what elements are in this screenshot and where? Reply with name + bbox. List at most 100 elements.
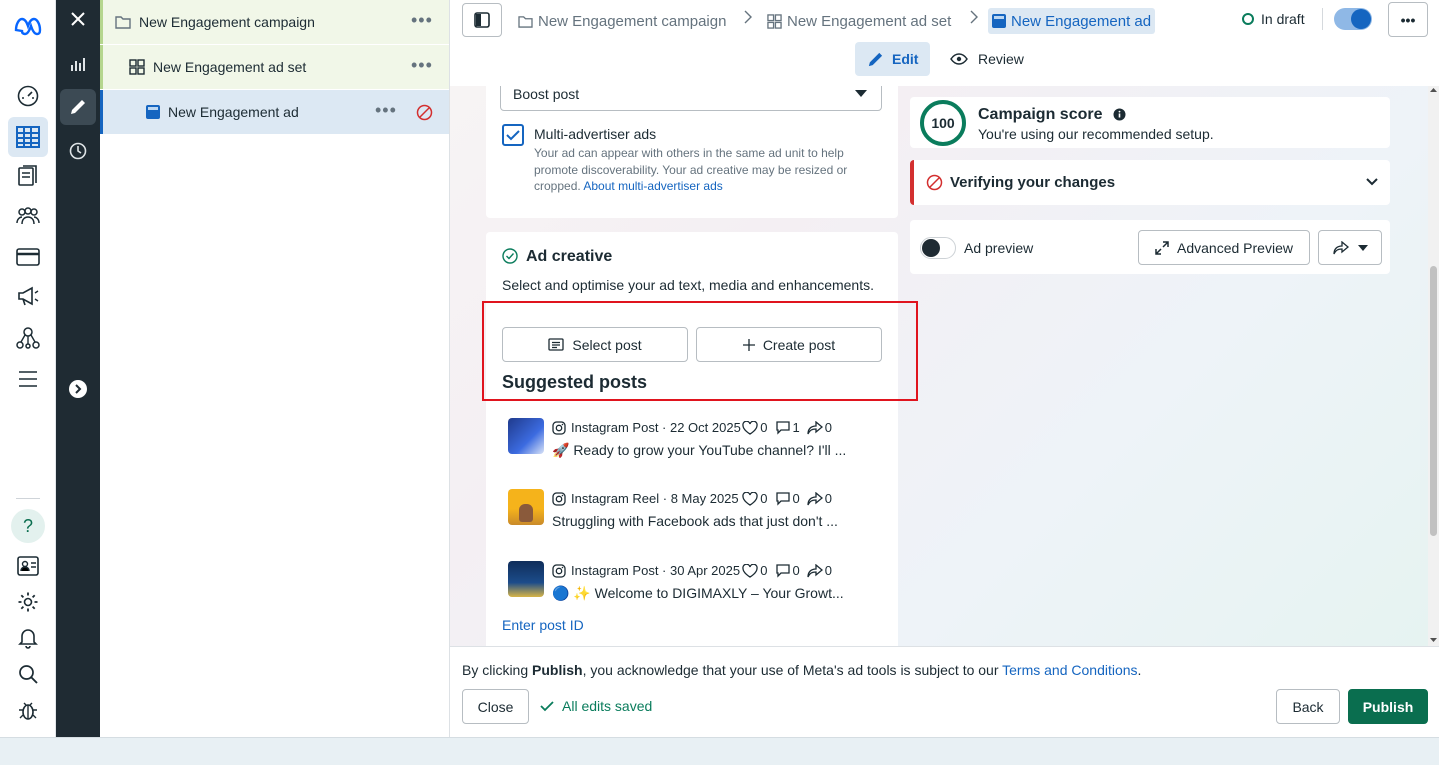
draft-status-icon <box>1242 13 1254 25</box>
tree-adset-label: New Engagement ad set <box>153 59 307 75</box>
back-button[interactable]: Back <box>1276 689 1340 724</box>
bug-icon[interactable] <box>8 690 48 730</box>
suggested-post-1[interactable]: Instagram Post · 22 Oct 2025 0 1 0 🚀 Rea… <box>472 418 846 478</box>
verify-changes-card[interactable]: Verifying your changes <box>910 160 1390 205</box>
breadcrumb-ad[interactable]: New Engagement ad <box>988 8 1156 34</box>
global-nav-rail: ? <box>0 0 56 737</box>
bar-chart-icon[interactable] <box>60 46 96 82</box>
tree-ad-label: New Engagement ad <box>168 104 299 120</box>
multi-advertiser-checkbox[interactable] <box>502 124 524 146</box>
clock-icon[interactable] <box>60 133 96 169</box>
ad-doc-icon <box>146 105 160 119</box>
ad-creative-card: Ad creative Select and optimise your ad … <box>486 232 898 646</box>
eye-icon <box>950 53 968 65</box>
ad-setup-dropdown[interactable]: Boost post <box>500 86 882 111</box>
grid-table-icon[interactable] <box>8 117 48 157</box>
post-meta: Instagram Post · 22 Oct 2025 <box>552 420 741 435</box>
terms-link[interactable]: Terms and Conditions <box>1002 662 1137 678</box>
people-icon[interactable] <box>8 196 48 236</box>
ad-creative-description: Select and optimise your ad text, media … <box>502 277 874 293</box>
more-options-button[interactable]: ••• <box>1388 2 1428 37</box>
ad-doc-icon <box>992 14 1006 28</box>
info-icon[interactable] <box>1113 108 1126 121</box>
campaign-tree-panel: New Engagement campaign ••• New Engageme… <box>100 0 450 737</box>
error-circle-icon <box>926 174 943 191</box>
share-preview-button[interactable] <box>1318 230 1382 265</box>
ad-more-button[interactable]: ••• <box>375 100 397 121</box>
adset-more-button[interactable]: ••• <box>411 55 433 76</box>
heart-icon <box>742 491 758 506</box>
campaign-score-title: Campaign score <box>978 106 1103 123</box>
enter-post-id-link[interactable]: Enter post ID <box>502 617 584 633</box>
caret-down-icon <box>855 90 867 97</box>
multi-advertiser-link[interactable]: About multi-advertiser ads <box>583 179 722 193</box>
tab-review-label: Review <box>978 51 1024 67</box>
campaign-more-button[interactable]: ••• <box>411 10 433 31</box>
tab-review[interactable]: Review <box>938 42 1036 76</box>
campaign-score-gauge: 100 <box>920 100 966 146</box>
ad-preview-toggle[interactable] <box>920 237 956 259</box>
contact-card-icon[interactable] <box>8 546 48 586</box>
close-button[interactable]: Close <box>462 689 529 724</box>
tab-edit[interactable]: Edit <box>855 42 931 76</box>
multi-advertiser-title: Multi-advertiser ads <box>534 126 657 142</box>
chevron-down-icon <box>1366 178 1378 186</box>
pencil-icon[interactable] <box>60 89 96 125</box>
pages-icon[interactable] <box>8 156 48 196</box>
search-icon[interactable] <box>8 654 48 694</box>
tree-ad-row[interactable]: New Engagement ad ••• <box>100 90 449 134</box>
campaign-score-card: 100 Campaign score You're using our reco… <box>910 97 1390 148</box>
post-text: Struggling with Facebook ads that just d… <box>552 513 838 529</box>
post-text: 🔵 ✨ Welcome to DIGIMAXLY – Your Growt... <box>552 585 844 601</box>
instagram-icon <box>552 491 566 506</box>
help-icon[interactable]: ? <box>8 506 48 546</box>
status-toggle[interactable] <box>1334 8 1372 30</box>
rail-divider <box>16 498 40 499</box>
publish-button[interactable]: Publish <box>1348 689 1428 724</box>
multi-advertiser-description: Your ad can appear with others in the sa… <box>534 146 848 193</box>
comment-icon <box>775 492 790 506</box>
sidebar-toggle-icon <box>474 12 490 28</box>
chevron-right-icon <box>970 10 978 24</box>
pencil-icon <box>868 52 883 66</box>
main-scrollbar[interactable] <box>1428 86 1439 646</box>
campaign-score-subtitle: You're using our recommended setup. <box>978 126 1214 142</box>
bell-icon[interactable] <box>8 618 48 658</box>
suggested-post-2[interactable]: Instagram Reel · 8 May 2025 0 0 0 Strugg… <box>472 489 842 549</box>
ad-creative-title: Ad creative <box>526 248 613 265</box>
tree-campaign-row[interactable]: New Engagement campaign ••• <box>100 0 449 44</box>
meta-logo[interactable] <box>8 6 48 46</box>
megaphone-icon[interactable] <box>8 276 48 316</box>
chevron-right-icon <box>744 10 752 24</box>
header-divider <box>1322 8 1323 30</box>
breadcrumb-campaign[interactable]: New Engagement campaign <box>518 8 726 34</box>
network-icon[interactable] <box>8 318 48 358</box>
gauge-icon[interactable] <box>8 76 48 116</box>
post-thumbnail <box>508 418 544 454</box>
folder-icon <box>115 15 131 29</box>
post-stats: 0 0 0 <box>742 491 832 506</box>
breadcrumb-adset[interactable]: New Engagement ad set <box>767 8 951 34</box>
breadcrumb-campaign-label: New Engagement campaign <box>538 12 727 30</box>
gear-icon[interactable] <box>8 582 48 622</box>
toggle-panel-button[interactable] <box>462 3 502 37</box>
scroll-down-icon <box>1430 638 1437 642</box>
breadcrumb-adset-label: New Engagement ad set <box>787 12 952 30</box>
tree-adset-row[interactable]: New Engagement ad set ••• <box>100 45 449 89</box>
ad-preview-card: Ad preview Advanced Preview <box>910 220 1390 274</box>
post-stats: 0 0 0 <box>742 563 832 578</box>
menu-icon[interactable] <box>8 359 48 399</box>
save-status: All edits saved <box>540 698 652 714</box>
expand-panel-icon[interactable] <box>60 371 96 407</box>
close-icon[interactable] <box>60 1 96 37</box>
scrollbar-thumb[interactable] <box>1430 266 1437 536</box>
folder-icon <box>518 15 533 28</box>
breadcrumb-ad-label: New Engagement ad <box>1011 12 1152 30</box>
heart-icon <box>742 563 758 578</box>
error-circle-icon <box>416 104 433 121</box>
draft-status: In draft <box>1242 11 1305 27</box>
share-icon <box>807 563 823 577</box>
credit-card-icon[interactable] <box>8 237 48 277</box>
advanced-preview-button[interactable]: Advanced Preview <box>1138 230 1310 265</box>
suggested-post-3[interactable]: Instagram Post · 30 Apr 2025 0 0 0 🔵 ✨ W… <box>472 561 844 621</box>
